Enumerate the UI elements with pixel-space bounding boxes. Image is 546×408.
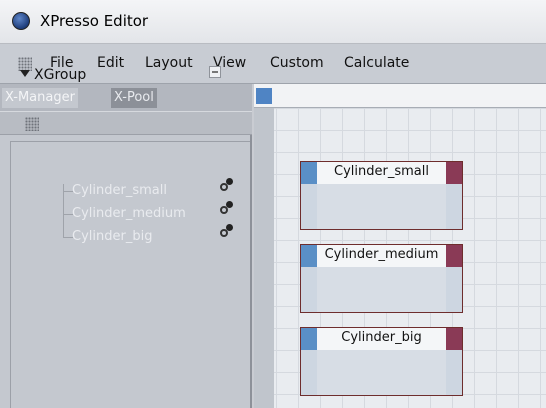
xpresso-canvas-area: Cylinder_small Cylinder_medium Cylinder_… xyxy=(254,84,546,408)
menu-edit[interactable]: Edit xyxy=(97,55,124,71)
title-bar: XPresso Editor xyxy=(0,0,546,44)
menu-calculate[interactable]: Calculate xyxy=(344,55,409,71)
panel-toolbar xyxy=(0,111,252,135)
output-port[interactable] xyxy=(446,245,462,267)
tree-root-xgroup[interactable]: XGroup xyxy=(20,67,86,83)
panel-tabs: X-Manager X-Pool xyxy=(0,84,252,111)
object-tree xyxy=(10,141,250,408)
object-node-icon[interactable] xyxy=(220,224,234,238)
canvas-left-strip xyxy=(254,108,274,408)
input-column xyxy=(301,184,317,229)
tree-root-label: XGroup xyxy=(34,67,87,83)
input-port[interactable] xyxy=(301,245,317,267)
collapse-icon[interactable] xyxy=(209,66,221,78)
object-node-icon[interactable] xyxy=(220,178,234,192)
output-port[interactable] xyxy=(446,328,462,350)
output-column xyxy=(446,350,462,395)
object-node-icon[interactable] xyxy=(220,201,234,215)
input-column xyxy=(301,350,317,395)
node-title: Cylinder_medium xyxy=(324,247,439,262)
grip-icon[interactable] xyxy=(25,117,39,131)
input-column xyxy=(301,267,317,312)
tab-x-manager[interactable]: X-Manager xyxy=(2,88,78,108)
tree-item-cylinder-small[interactable]: Cylinder_small xyxy=(72,183,167,198)
node-title: Cylinder_big xyxy=(341,330,422,345)
node-cylinder-big[interactable]: Cylinder_big xyxy=(300,327,463,396)
tree-item-cylinder-big[interactable]: Cylinder_big xyxy=(72,229,152,244)
tab-x-pool[interactable]: X-Pool xyxy=(111,88,157,108)
input-port[interactable] xyxy=(301,162,317,184)
window-title: XPresso Editor xyxy=(40,12,149,30)
tree-item-cylinder-medium[interactable]: Cylinder_medium xyxy=(72,206,186,221)
output-column xyxy=(446,267,462,312)
canvas-header xyxy=(254,84,546,108)
output-port[interactable] xyxy=(446,162,462,184)
menu-layout[interactable]: Layout xyxy=(145,55,193,71)
node-title: Cylinder_small xyxy=(334,164,429,179)
node-cylinder-medium[interactable]: Cylinder_medium xyxy=(300,244,463,313)
left-panel: X-Manager X-Pool xyxy=(0,84,252,408)
output-column xyxy=(446,184,462,229)
input-port[interactable] xyxy=(301,328,317,350)
expand-arrow-icon[interactable] xyxy=(20,70,30,77)
app-icon xyxy=(12,12,30,30)
tree-connector xyxy=(63,184,64,238)
node-cylinder-small[interactable]: Cylinder_small xyxy=(300,161,463,230)
menu-custom[interactable]: Custom xyxy=(270,55,324,71)
canvas-corner-handle[interactable] xyxy=(256,88,272,104)
